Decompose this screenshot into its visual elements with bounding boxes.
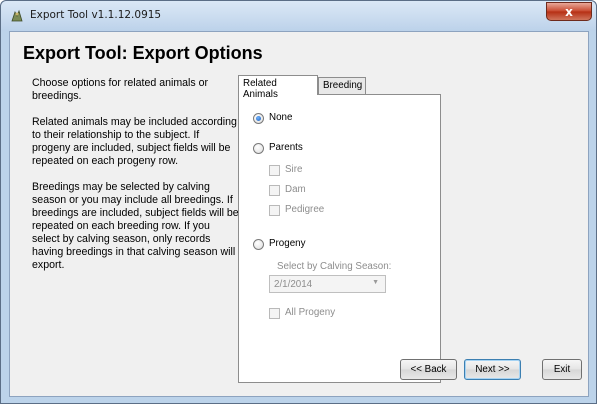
page-title: Export Tool: Export Options: [23, 43, 263, 63]
checkbox-pedigree[interactable]: [269, 205, 280, 216]
radio-progeny-label[interactable]: Progeny: [269, 238, 306, 249]
calving-season-select[interactable]: 2/1/2014 ▼: [269, 275, 386, 293]
related-animals-panel: None Parents Sire Dam Pedigree Progeny S…: [238, 94, 441, 383]
checkbox-dam[interactable]: [269, 185, 280, 196]
close-icon: x: [565, 4, 573, 19]
instructions-paragraph-2: Related animals may be included accordin…: [32, 116, 237, 167]
exit-button[interactable]: Exit: [542, 359, 582, 380]
tab-breeding[interactable]: Breeding: [318, 77, 366, 94]
instructions-text: Choose options for related animals or br…: [32, 77, 240, 285]
checkbox-sire[interactable]: [269, 165, 280, 176]
checkbox-dam-label[interactable]: Dam: [285, 184, 306, 195]
app-icon: [11, 9, 23, 22]
tab-related-animals[interactable]: Related Animals: [238, 75, 318, 100]
radio-none-label[interactable]: None: [269, 112, 292, 123]
window-title: Export Tool v1.1.12.0915: [30, 9, 162, 21]
checkbox-sire-label[interactable]: Sire: [285, 164, 302, 175]
radio-parents[interactable]: [253, 143, 264, 154]
calving-season-value: 2/1/2014: [274, 279, 313, 290]
next-button[interactable]: Next >>: [464, 359, 521, 380]
checkbox-all-progeny[interactable]: [269, 308, 280, 319]
calving-season-label: Select by Calving Season:: [277, 261, 392, 272]
checkbox-all-progeny-label[interactable]: All Progeny: [285, 307, 335, 318]
radio-none[interactable]: [253, 113, 264, 124]
title-bar[interactable]: Export Tool v1.1.12.0915 x: [1, 1, 596, 31]
instructions-paragraph-1: Choose options for related animals or br…: [32, 77, 209, 102]
back-button[interactable]: << Back: [400, 359, 457, 380]
chevron-down-icon: ▼: [372, 279, 379, 286]
export-tool-window: Export Tool v1.1.12.0915 x Export Tool: …: [0, 0, 597, 404]
close-button[interactable]: x: [546, 2, 592, 21]
radio-parents-label[interactable]: Parents: [269, 142, 303, 153]
dialog-body: Export Tool: Export Options Choose optio…: [9, 31, 589, 397]
instructions-paragraph-3: Breedings may be selected by calving sea…: [32, 181, 239, 271]
radio-progeny[interactable]: [253, 239, 264, 250]
checkbox-pedigree-label[interactable]: Pedigree: [285, 204, 324, 215]
